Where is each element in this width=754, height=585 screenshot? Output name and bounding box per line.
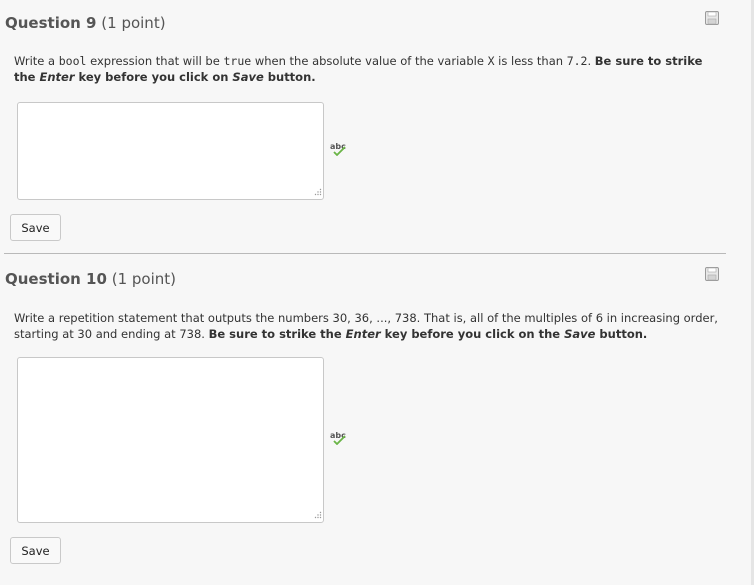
resize-grip-icon[interactable] <box>314 511 322 519</box>
question-points: (1 point) <box>111 270 176 288</box>
floppy-disk-icon[interactable] <box>705 267 719 281</box>
spellcheck-icon[interactable]: abc <box>330 142 348 156</box>
question-points: (1 point) <box>101 14 166 32</box>
prompt-emphasis-italic: Enter <box>39 70 75 84</box>
question-9-title: Question 9 (1 point) <box>5 14 166 32</box>
question-9-prompt: Write a bool expression that will be tru… <box>14 53 726 85</box>
prompt-text: Write a <box>14 54 59 68</box>
resize-grip-icon[interactable] <box>314 188 322 196</box>
prompt-emphasis-italic: Enter <box>345 327 381 341</box>
spellcheck-text: abc <box>330 431 346 440</box>
divider <box>4 253 726 254</box>
prompt-emphasis: Be sure to strike the <box>208 327 346 341</box>
code-value: 7.2 <box>566 54 588 68</box>
code-bool: bool <box>58 54 87 68</box>
spellcheck-text: abc <box>330 142 346 151</box>
spellcheck-icon[interactable]: abc <box>330 431 348 445</box>
prompt-text: expression that will be <box>86 54 224 68</box>
save-button[interactable]: Save <box>10 537 61 564</box>
prompt-text: . <box>587 54 595 68</box>
answer-textarea[interactable] <box>17 357 324 523</box>
question-number: Question 9 <box>5 14 97 32</box>
prompt-emphasis: key before you click on the <box>380 327 565 341</box>
question-10-title: Question 10 (1 point) <box>5 270 176 288</box>
prompt-emphasis: button. <box>263 70 316 84</box>
prompt-emphasis: key before you click on <box>74 70 233 84</box>
save-button[interactable]: Save <box>10 214 61 241</box>
question-number: Question 10 <box>5 270 107 288</box>
question-10-prompt: Write a repetition statement that output… <box>14 310 726 342</box>
prompt-emphasis-italic: Save <box>564 327 596 341</box>
code-x: X <box>487 54 495 68</box>
code-true: true <box>223 54 252 68</box>
prompt-text: when the absolute value of the variable <box>251 54 488 68</box>
prompt-emphasis-italic: Save <box>232 70 264 84</box>
prompt-emphasis: button. <box>595 327 648 341</box>
answer-textarea[interactable] <box>17 102 324 200</box>
floppy-disk-icon[interactable] <box>705 11 719 25</box>
prompt-text: is less than <box>494 54 567 68</box>
